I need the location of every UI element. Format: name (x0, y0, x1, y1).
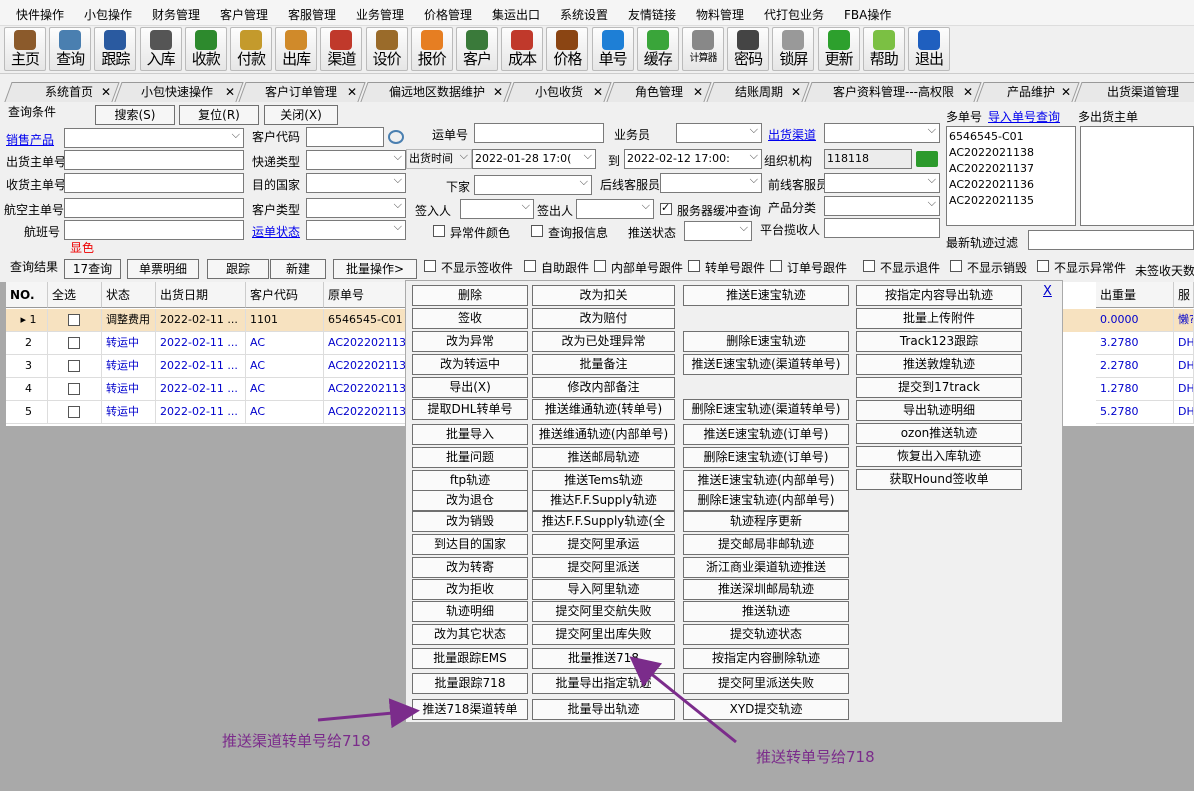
arrow-right (629, 656, 737, 744)
annotation-arrows (317, 656, 737, 744)
arrow-left (317, 698, 420, 729)
annotation-left: 推送渠道转单号给718 (222, 732, 371, 750)
annotation-right: 推送转单号给718 (756, 748, 875, 766)
